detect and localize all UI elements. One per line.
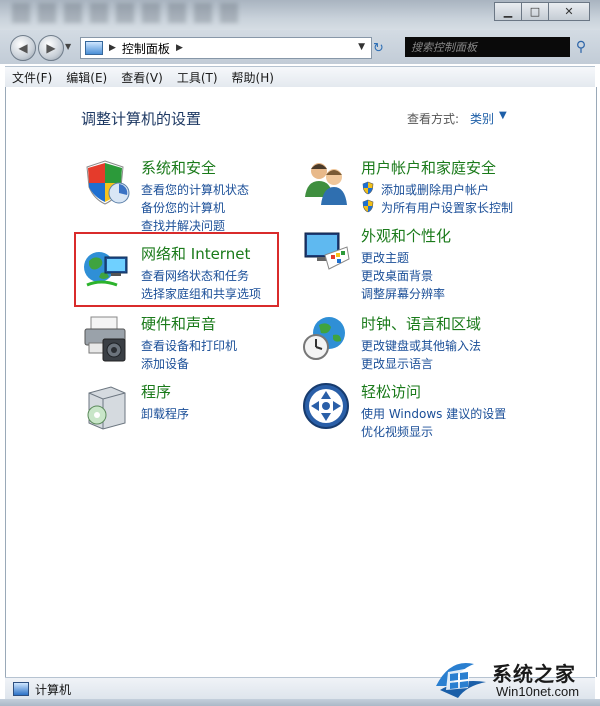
category-hardware-sound: 硬件和声音 查看设备和打印机 添加设备	[81, 313, 281, 373]
breadcrumb-control-panel[interactable]: 控制面板	[122, 40, 170, 57]
caption-buttons: ▁ □ ✕	[494, 2, 590, 21]
title-bar[interactable]: ▁ □ ✕	[0, 0, 600, 30]
maximize-icon: □	[529, 5, 541, 18]
category-ease-of-access: 轻松访问 使用 Windows 建议的设置 优化视频显示	[301, 381, 561, 441]
search-input[interactable]: 搜索控制面板	[405, 37, 570, 57]
search-placeholder: 搜索控制面板	[411, 41, 477, 54]
category-title[interactable]: 程序	[141, 381, 171, 402]
menu-bar: 文件(F) 编辑(E) 查看(V) 工具(T) 帮助(H)	[5, 66, 595, 88]
ease-of-access-icon	[303, 383, 349, 429]
close-button[interactable]: ✕	[548, 2, 590, 21]
menu-tools[interactable]: 工具(T)	[170, 69, 225, 86]
link-backup-computer[interactable]: 备份您的计算机	[141, 199, 225, 216]
uac-shield-icon	[362, 199, 374, 213]
category-programs: 程序 卸载程序	[81, 381, 281, 431]
watermark-logo-icon	[436, 662, 486, 698]
category-user-accounts: 用户帐户和家庭安全 添加或删除用户帐户 为所有用户设置家长控制	[301, 157, 561, 217]
watermark-url: Win10net.com	[496, 684, 580, 699]
menu-edit[interactable]: 编辑(E)	[59, 69, 114, 86]
category-title[interactable]: 轻松访问	[361, 381, 421, 402]
refresh-button[interactable]: ↻	[373, 41, 384, 56]
menu-help[interactable]: 帮助(H)	[225, 69, 281, 86]
category-system-security: 系统和安全 查看您的计算机状态 备份您的计算机 查找并解决问题	[81, 157, 281, 233]
site-watermark: 系统之家 Win10net.com	[430, 652, 598, 704]
control-panel-icon	[85, 41, 103, 55]
category-appearance: 外观和个性化 更改主题 更改桌面背景 调整屏幕分辨率	[301, 225, 561, 301]
uac-shield-icon	[362, 181, 374, 195]
highlight-box	[74, 232, 279, 307]
address-toolbar: ◀ ▶ ▼ ▶ 控制面板 ▶ ▼ ↻ 搜索控制面板 ⚲	[0, 30, 600, 64]
link-view-computer-status[interactable]: 查看您的计算机状态	[141, 181, 249, 198]
breadcrumb-arrow-icon[interactable]: ▶	[109, 43, 116, 53]
forward-button[interactable]: ▶	[38, 35, 64, 61]
clock-globe-icon	[303, 317, 345, 360]
content-pane: 调整计算机的设置 查看方式: 类别 ▼ 系统和安全 查看您的计算机状态 备份您的…	[5, 87, 597, 677]
computer-icon	[13, 682, 29, 696]
link-optimize-visual-display[interactable]: 优化视频显示	[361, 423, 433, 440]
refresh-icon: ↻	[373, 41, 384, 56]
category-title[interactable]: 时钟、语言和区域	[361, 313, 481, 334]
search-button[interactable]: ⚲	[572, 38, 590, 56]
link-change-background[interactable]: 更改桌面背景	[361, 267, 433, 284]
maximize-button[interactable]: □	[521, 2, 549, 21]
menu-file[interactable]: 文件(F)	[5, 69, 59, 86]
link-change-theme[interactable]: 更改主题	[361, 249, 409, 266]
address-bar[interactable]: ▶ 控制面板 ▶ ▼	[80, 37, 372, 59]
link-change-display-language[interactable]: 更改显示语言	[361, 355, 433, 372]
category-title[interactable]: 外观和个性化	[361, 225, 451, 246]
link-parental-controls[interactable]: 为所有用户设置家长控制	[381, 199, 513, 216]
shield-icon	[86, 160, 130, 205]
status-text: 计算机	[35, 682, 72, 697]
link-uninstall-program[interactable]: 卸载程序	[141, 405, 189, 422]
link-add-device[interactable]: 添加设备	[141, 355, 189, 372]
programs-box-icon	[87, 386, 126, 430]
search-icon: ⚲	[575, 39, 587, 55]
link-change-keyboard[interactable]: 更改键盘或其他输入法	[361, 337, 481, 354]
minimize-button[interactable]: ▁	[494, 2, 522, 21]
back-button[interactable]: ◀	[10, 35, 36, 61]
link-adjust-resolution[interactable]: 调整屏幕分辨率	[361, 285, 445, 302]
link-add-remove-accounts[interactable]: 添加或删除用户帐户	[381, 181, 489, 198]
close-icon: ✕	[564, 5, 574, 18]
category-title[interactable]: 系统和安全	[141, 157, 216, 178]
view-by-label: 查看方式:	[407, 112, 460, 126]
recent-pages-dropdown[interactable]: ▼	[65, 42, 71, 51]
forward-arrow-icon: ▶	[46, 41, 56, 55]
printer-icon	[84, 316, 126, 362]
link-devices-printers[interactable]: 查看设备和打印机	[141, 337, 237, 354]
view-by-dropdown[interactable]: 类别	[470, 110, 494, 127]
watermark-title: 系统之家	[492, 662, 576, 686]
page-title: 调整计算机的设置	[81, 110, 202, 128]
users-icon	[305, 163, 347, 205]
back-arrow-icon: ◀	[18, 41, 28, 55]
category-clock-language-region: 时钟、语言和区域 更改键盘或其他输入法 更改显示语言	[301, 313, 561, 373]
category-title[interactable]: 硬件和声音	[141, 313, 216, 334]
minimize-icon: ▁	[503, 5, 513, 18]
control-panel-window: ▁ □ ✕ ◀ ▶ ▼ ▶ 控制面板 ▶ ▼ ↻ 搜索控制面板 ⚲ 文件(F) …	[0, 0, 600, 706]
menu-view[interactable]: 查看(V)	[114, 69, 170, 86]
category-title[interactable]: 用户帐户和家庭安全	[361, 157, 496, 178]
address-history-dropdown[interactable]: ▼	[358, 42, 365, 52]
monitor-palette-icon	[304, 232, 350, 270]
link-recommended-settings[interactable]: 使用 Windows 建议的设置	[361, 405, 506, 422]
blurred-title-area	[12, 3, 242, 23]
view-by-arrow-icon[interactable]: ▼	[499, 110, 507, 121]
breadcrumb-arrow-icon[interactable]: ▶	[176, 43, 183, 53]
